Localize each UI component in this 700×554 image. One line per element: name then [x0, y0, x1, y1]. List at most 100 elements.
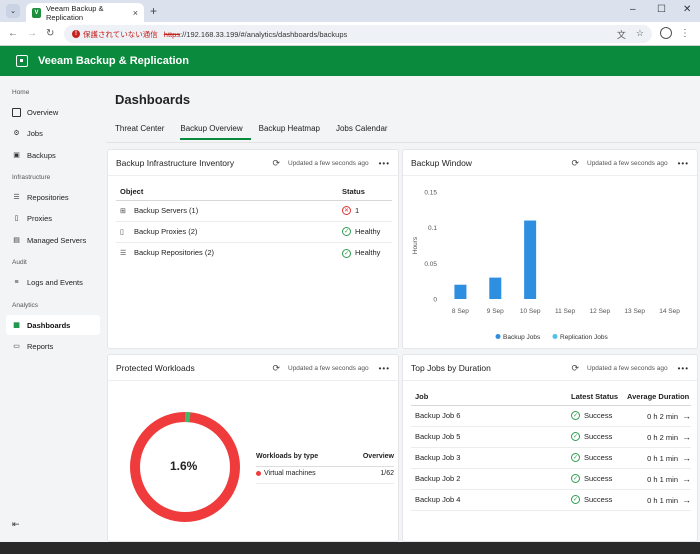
arrow-right-icon[interactable]: → — [682, 474, 691, 484]
back-icon[interactable]: ← — [8, 28, 18, 39]
bar-backup-jobs — [489, 277, 502, 299]
minimize-icon[interactable]: – — [630, 4, 636, 15]
sidebar-section-infrastructure: Infrastructure — [12, 174, 51, 181]
arrow-right-icon[interactable]: → — [682, 432, 691, 442]
bookmark-star-icon[interactable]: ☆ — [636, 28, 644, 41]
browser-tab-title: Veeam Backup & Replication — [45, 3, 104, 22]
browser-menu-icon[interactable]: ⋮ — [680, 28, 690, 39]
app-title: Veeam Backup & Replication — [38, 55, 189, 67]
arrow-right-icon[interactable]: → — [682, 495, 691, 505]
sidebar-item-proxies[interactable]: ▯ Proxies — [6, 208, 100, 228]
warning-icon: ! — [72, 30, 80, 38]
report-icon: ▭ — [13, 343, 20, 350]
tab-jobs-calendar[interactable]: Jobs Calendar — [336, 122, 396, 140]
sidebar-section-analytics: Analytics — [12, 302, 39, 309]
url-path: ://192.168.33.199/#/analytics/dashboards… — [180, 29, 348, 39]
more-options-icon[interactable]: ••• — [678, 364, 689, 373]
translate-icon[interactable]: 文 — [617, 28, 626, 41]
inventory-title: Backup Infrastructure Inventory — [116, 158, 235, 168]
sidebar-item-jobs[interactable]: ⚙ Jobs — [6, 123, 100, 143]
repository-icon: ☰ — [120, 250, 127, 258]
sidebar-item-reports[interactable]: ▭ Reports — [6, 336, 100, 356]
col-latest-status: Latest Status — [571, 388, 627, 406]
col-average-duration: Average Duration — [627, 388, 691, 406]
maximize-icon[interactable]: ☐ — [657, 4, 666, 15]
sidebar-section-home: Home — [12, 89, 30, 96]
legend-dot — [552, 334, 558, 339]
arrow-right-icon[interactable]: → — [682, 411, 691, 421]
new-tab-button[interactable]: + — [150, 4, 157, 18]
success-icon: ✓ — [571, 432, 580, 442]
arrow-right-icon[interactable]: → — [682, 453, 691, 463]
table-row[interactable]: ⊞ Backup Servers (1) ✕ 1 — [116, 200, 392, 222]
profile-icon[interactable] — [660, 27, 672, 39]
veeam-logo-icon — [16, 55, 28, 67]
refresh-icon[interactable]: ⟳ — [571, 158, 579, 169]
proxy-icon: ▯ — [14, 215, 19, 222]
table-row[interactable]: Backup Job 2 ✓ Success 0 h 1 min → — [411, 468, 691, 490]
tab-threat-center[interactable]: Threat Center — [115, 122, 172, 140]
window-updated: Updated a few seconds ago — [587, 160, 668, 167]
database-icon: ☰ — [13, 194, 20, 201]
close-window-icon[interactable]: ✕ — [683, 4, 691, 15]
table-row[interactable]: Backup Job 3 ✓ Success 0 h 1 min → — [411, 447, 691, 469]
x-tick-label: 13 Sep — [624, 308, 645, 315]
more-options-icon[interactable]: ••• — [678, 159, 689, 168]
close-tab-icon[interactable]: × — [133, 8, 138, 18]
card-divider — [108, 175, 398, 176]
sidebar-item-managed-servers[interactable]: ▤ Managed Servers — [6, 230, 100, 250]
more-options-icon[interactable]: ••• — [379, 159, 390, 168]
table-row[interactable]: Backup Job 6 ✓ Success 0 h 2 min → — [411, 405, 691, 427]
table-row[interactable]: ☰ Backup Repositories (2) ✓ Healthy — [116, 242, 392, 263]
sidebar-item-logs-and-events[interactable]: ≡ Logs and Events — [6, 272, 100, 292]
workloads-title: Protected Workloads — [116, 363, 195, 373]
dashboard-icon: ▦ — [13, 322, 20, 329]
topjobs-updated: Updated a few seconds ago — [587, 365, 668, 372]
browser-tab[interactable]: V Veeam Backup & Replication × — [26, 3, 144, 22]
main-content: Dashboards Threat Center Backup Overview… — [106, 76, 700, 542]
collapse-sidebar-icon[interactable]: ⇤ — [12, 519, 20, 530]
url-scheme: https — [163, 29, 181, 39]
backup-window-chart: 0 0.05 0.1 0.15 Hours 8 Sep 9 Sep 10 Sep 11 Sep 1… — [412, 190, 680, 342]
y-tick-label: 0.05 — [424, 261, 437, 268]
col-workloads-by-type: Workloads by type — [256, 453, 319, 460]
sidebar-item-repositories[interactable]: ☰ Repositories — [6, 187, 100, 207]
browser-tab-bar: ⌄ V Veeam Backup & Replication × + – ☐ ✕ — [0, 0, 700, 22]
protected-percent: 1.6% — [170, 459, 198, 473]
vm-overview-value: 1/62 — [380, 470, 394, 477]
refresh-icon[interactable]: ⟳ — [571, 363, 579, 374]
tab-backup-overview[interactable]: Backup Overview — [180, 122, 251, 140]
reload-icon[interactable]: ↻ — [46, 28, 54, 39]
url-field[interactable]: ! 保護されていない通信 https://192.168.33.199/#/ana… — [64, 25, 652, 43]
table-row[interactable]: Backup Job 5 ✓ Success 0 h 2 min → — [411, 426, 691, 448]
backups-icon: ▣ — [13, 152, 20, 159]
sidebar-section-audit: Audit — [12, 259, 27, 266]
tab-search-icon[interactable]: ⌄ — [6, 4, 20, 18]
tab-backup-heatmap[interactable]: Backup Heatmap — [259, 122, 328, 140]
proxy-icon: ▯ — [120, 229, 124, 236]
y-tick-label: 0.15 — [424, 190, 437, 197]
sidebar-item-backups[interactable]: ▣ Backups — [6, 145, 100, 165]
grid-icon — [12, 107, 21, 117]
security-warning[interactable]: ! 保護されていない通信 — [72, 29, 158, 40]
legend-entry: Backup Jobs — [503, 334, 541, 341]
unprotected-dot-icon — [256, 470, 261, 476]
bar-backup-jobs — [454, 284, 467, 299]
table-row[interactable]: ▯ Backup Proxies (2) ✓ Healthy — [116, 221, 392, 243]
success-icon: ✓ — [571, 495, 580, 505]
list-item[interactable]: Virtual machines 1/62 — [256, 470, 394, 484]
legend-dot — [495, 334, 501, 339]
table-row[interactable]: Backup Job 4 ✓ Success 0 h 1 min → — [411, 489, 691, 511]
success-icon: ✓ — [571, 474, 580, 484]
refresh-icon[interactable]: ⟳ — [272, 158, 280, 169]
x-tick-label: 9 Sep — [487, 308, 504, 315]
refresh-icon[interactable]: ⟳ — [272, 363, 280, 374]
sidebar-item-overview[interactable]: Overview — [6, 102, 100, 122]
server-icon: ▤ — [13, 237, 20, 244]
horizontal-scrollbar[interactable] — [0, 542, 700, 554]
y-tick-label: 0.1 — [428, 225, 437, 232]
sidebar-item-dashboards[interactable]: ▦ Dashboards — [6, 315, 100, 335]
more-options-icon[interactable]: ••• — [379, 364, 390, 373]
backup-window-card: Backup Window ⟳ Updated a few seconds ago… — [402, 149, 698, 349]
forward-icon[interactable]: → — [27, 28, 37, 39]
